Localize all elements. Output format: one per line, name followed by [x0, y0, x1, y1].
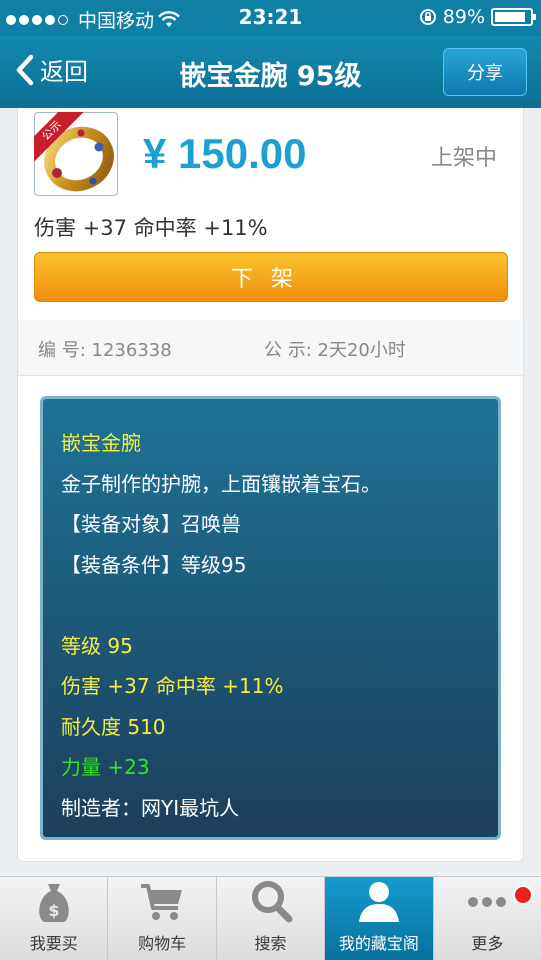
detail-line — [61, 585, 498, 626]
status-right: 89% — [419, 6, 536, 28]
share-button[interactable]: 分享 — [443, 48, 527, 96]
detail-line: 金子制作的护腕，上面镶嵌着宝石。 — [61, 471, 381, 496]
item-id-label: 编 号: — [38, 340, 86, 361]
notification-badge — [513, 885, 534, 905]
detail-line: 力量 +23 — [61, 755, 150, 779]
item-id: 编 号: 1236338 — [38, 336, 172, 362]
delist-button[interactable]: 下架 — [34, 252, 508, 302]
item-stats: 伤害 +37 命中率 +11% — [34, 216, 268, 240]
public-value: 2天20小时 — [317, 340, 406, 361]
battery-icon — [491, 8, 536, 26]
status-bar: 中国移动 23:21 89% — [0, 0, 541, 36]
cart-icon — [141, 884, 183, 920]
tab-my-treasure[interactable]: 我的藏宝阁 — [325, 877, 434, 960]
detail-line: 伤害 +37 命中率 +11% — [61, 674, 284, 698]
tab-search[interactable]: 搜索 — [217, 877, 326, 960]
price: ¥ 150.00 — [143, 130, 307, 177]
item-detail-box: 嵌宝金腕 金子制作的护腕，上面镶嵌着宝石。 【装备对象】召唤兽 【装备条件】等级… — [40, 396, 501, 840]
detail-line: 耐久度 510 — [61, 714, 166, 739]
listing-status: 上架中 — [430, 146, 497, 171]
tab-search-label: 搜索 — [254, 934, 287, 953]
tab-buy-label: 我要买 — [29, 934, 78, 953]
public-period: 公 示: 2天20小时 — [264, 336, 406, 362]
tab-more-label: 更多 — [471, 934, 504, 953]
tab-cart-label: 购物车 — [138, 934, 187, 953]
detail-line: 等级 95 — [61, 633, 133, 658]
svg-text:$: $ — [48, 901, 59, 920]
tab-cart[interactable]: 购物车 — [108, 877, 217, 960]
detail-line: 【装备条件】等级95 — [61, 552, 247, 577]
money-bag-icon: $ — [38, 884, 69, 922]
tab-more[interactable]: 更多 — [434, 877, 541, 960]
rotation-lock-icon — [419, 9, 436, 25]
tab-bar: $ 我要买 购物车 搜索 我的藏宝阁 更多 — [0, 876, 541, 960]
more-icon — [468, 897, 507, 907]
public-ribbon: 公示 — [34, 112, 94, 172]
item-card: 公示 ¥ 150.00 上架中 伤害 +37 命中率 +11% 下架 编 号: … — [17, 108, 524, 862]
detail-line: 【装备对象】召唤兽 — [61, 512, 241, 536]
public-label: 公 示: — [264, 340, 312, 361]
search-icon — [251, 881, 293, 923]
battery-text: 89% — [442, 6, 485, 28]
tab-my-treasure-label: 我的藏宝阁 — [338, 934, 419, 953]
nav-bar: 返回 嵌宝金腕 95级 分享 — [0, 36, 541, 108]
item-id-value: 1236338 — [91, 340, 172, 361]
detail-line: 制造者：网YI最坑人 — [61, 795, 240, 820]
meta-row: 编 号: 1236338 公 示: 2天20小时 — [18, 320, 523, 376]
ribbon-label: 公示 — [34, 112, 87, 166]
tab-buy[interactable]: $ 我要买 — [0, 877, 109, 960]
detail-line: 嵌宝金腕 — [61, 431, 141, 455]
user-icon — [358, 882, 399, 922]
